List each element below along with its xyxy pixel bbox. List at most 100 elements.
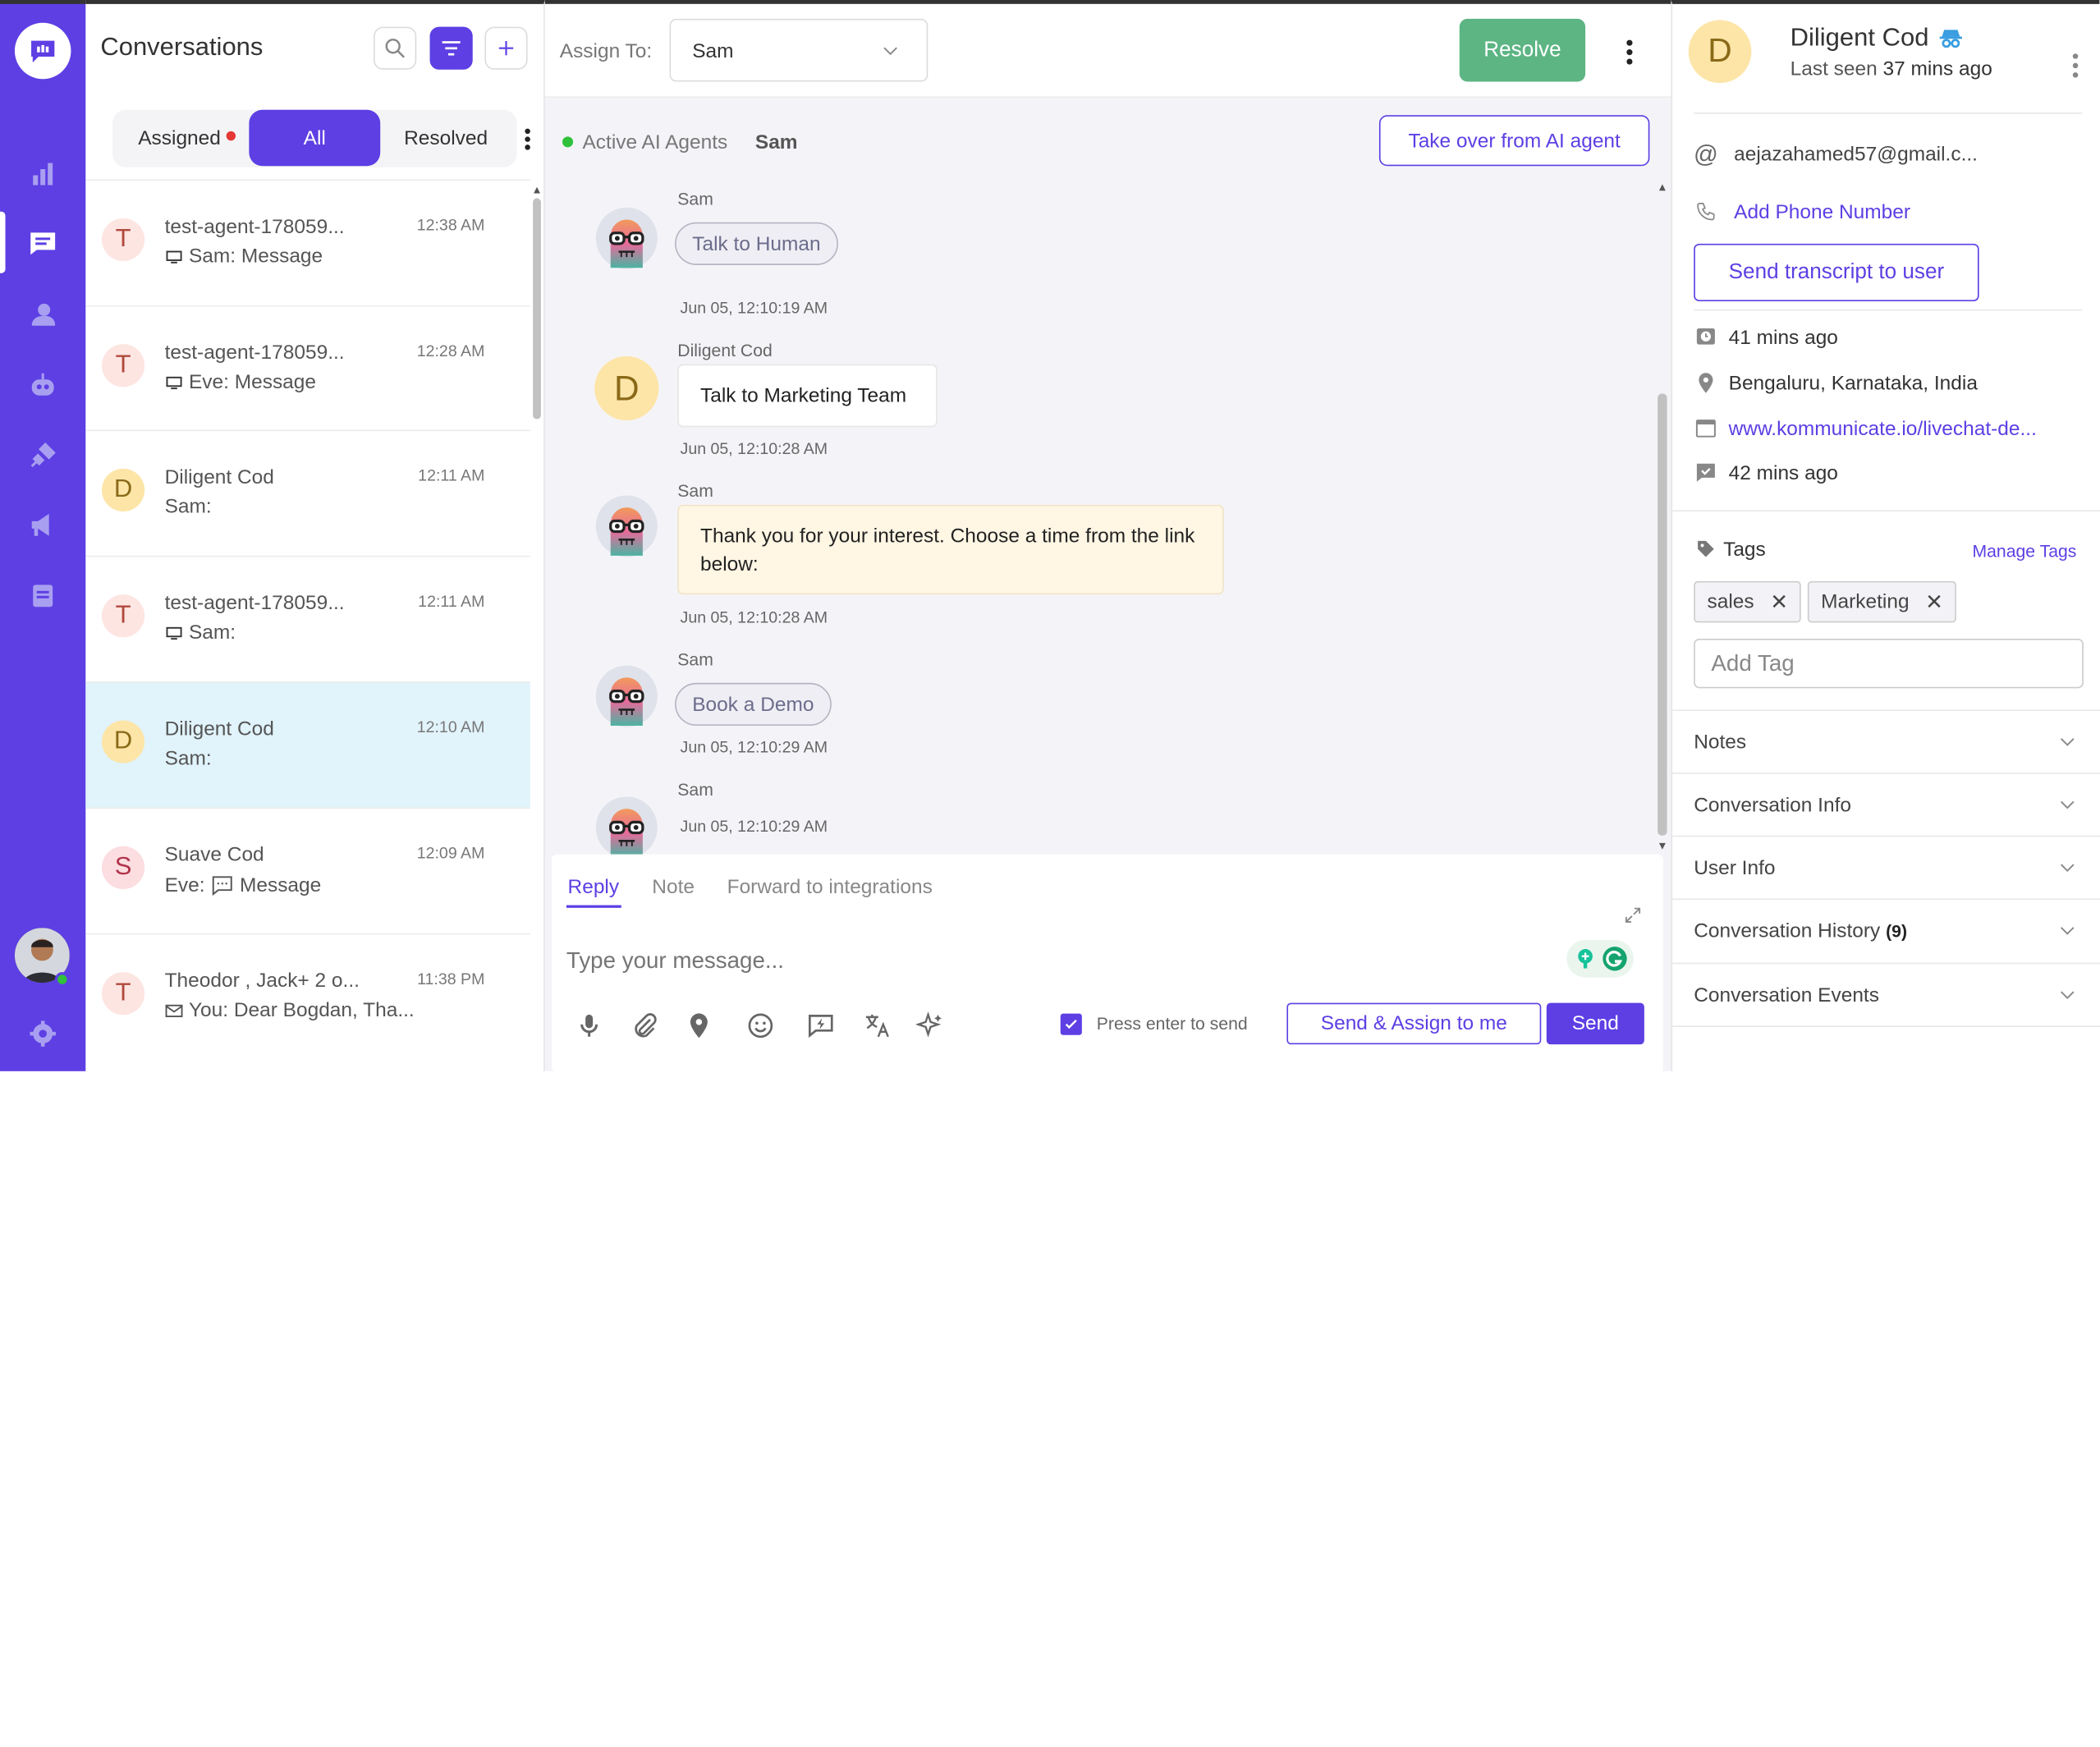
user-initial: D — [613, 367, 640, 408]
email-row: @ aejazahamed57@gmail.c... — [1694, 140, 1978, 167]
conversation-item[interactable]: Ttest-agent-178059... Eve: Message 12:28 A… — [85, 305, 530, 431]
last-message-value: 42 mins ago — [1728, 461, 1838, 484]
conversation-avatar: D — [101, 720, 145, 763]
divider — [1694, 309, 2083, 311]
chat-panel: Assign To: Sam Resolve Active AI Agents … — [544, 0, 1671, 1073]
add-tag-placeholder: Add Tag — [1711, 649, 1795, 676]
chat-more-icon[interactable] — [1625, 39, 1634, 72]
message-bubble: Talk to Marketing Team — [677, 364, 938, 428]
location-row: Bengaluru, Karnataka, India — [1694, 371, 1978, 395]
tab-assigned[interactable]: Assigned — [112, 110, 246, 167]
chat-scrollbar[interactable] — [1658, 182, 1667, 855]
conversations-icon[interactable] — [24, 225, 62, 263]
tab-all[interactable]: All — [249, 109, 381, 167]
section-title: Conversation Events — [1694, 984, 1879, 1007]
chevron-down-icon — [883, 47, 897, 56]
translate-icon[interactable] — [860, 1008, 894, 1043]
browser-icon — [1694, 416, 1717, 440]
user-avatar-chat: D — [594, 355, 659, 421]
last-message-row: 42 mins ago — [1694, 461, 1838, 484]
tab-resolved[interactable]: Resolved — [384, 110, 507, 167]
conversation-subtitle: Sam: — [165, 621, 236, 644]
chat-logo-icon[interactable] — [14, 22, 71, 80]
section-conversation-history[interactable]: Conversation History (9) — [1672, 898, 2100, 961]
send-transcript-button[interactable]: Send transcript to user — [1694, 243, 1979, 301]
ai-sparkle-icon[interactable] — [913, 1008, 947, 1043]
reports-icon[interactable] — [24, 155, 62, 193]
section-label: Conversation Info — [1694, 794, 1851, 817]
grammarly-icon[interactable] — [1566, 939, 1634, 978]
avatar-initial: D — [113, 475, 133, 504]
profile-avatar: D — [1688, 20, 1752, 84]
tab-resolved-label: Resolved — [404, 126, 488, 149]
email-value: aejazahamed57@gmail.c... — [1734, 142, 1978, 166]
conversation-item[interactable]: Ttest-agent-178059... Sam: 12:11 AM — [85, 555, 530, 681]
avatar-initial: T — [115, 225, 131, 254]
conversation-time: 12:11 AM — [418, 465, 485, 485]
conversation-item[interactable]: D Diligent Cod Sam: 12:11 AM — [85, 429, 530, 556]
emoji-icon[interactable] — [743, 1008, 777, 1043]
location-icon[interactable] — [681, 1008, 716, 1043]
quick-reply-icon[interactable] — [804, 1008, 838, 1043]
conversation-item[interactable]: Ttest-agent-178059... Sam: Message 12:38 A… — [85, 179, 530, 305]
list-scrollbar[interactable] — [533, 185, 541, 1075]
enter-to-send-checkbox[interactable] — [1060, 1013, 1082, 1035]
add-phone-link[interactable]: Add Phone Number — [1734, 200, 1910, 223]
conversation-subtitle: Sam: Message — [165, 245, 323, 268]
section-user-info[interactable]: User Info — [1672, 835, 2100, 899]
contacts-icon[interactable] — [24, 296, 62, 333]
knowledge-icon[interactable] — [24, 577, 62, 615]
integrations-icon[interactable] — [24, 437, 62, 475]
assignee-select[interactable]: Sam — [669, 18, 928, 82]
section-label: Notes — [1694, 731, 1746, 754]
more-options-icon[interactable] — [524, 127, 534, 151]
profile-more-icon[interactable] — [2071, 53, 2079, 86]
new-conversation-button[interactable] — [484, 26, 528, 70]
conversation-item[interactable]: T Theodor , Jack+ 2 o... You: Dear Bogdan,… — [85, 933, 530, 1059]
campaigns-icon[interactable] — [24, 507, 62, 544]
conversation-name: test-agent-178059... — [164, 341, 345, 365]
section-conversation-events[interactable]: Conversation Events — [1672, 962, 2100, 1026]
message-input[interactable] — [566, 943, 1557, 979]
profile-name-text: Diligent Cod — [1790, 24, 1929, 53]
nav-rail — [0, 0, 86, 1071]
resolve-button[interactable]: Resolve — [1459, 18, 1586, 82]
section-title: Notes — [1694, 731, 1747, 754]
send-button[interactable]: Send — [1546, 1002, 1644, 1045]
filter-button[interactable] — [429, 26, 473, 70]
phone-row[interactable]: Add Phone Number — [1694, 199, 1910, 223]
location-value: Bengaluru, Karnataka, India — [1728, 371, 1978, 395]
gear-icon[interactable] — [24, 1015, 62, 1052]
manage-tags-link[interactable]: Manage Tags — [1972, 541, 2076, 561]
url-link[interactable]: www.kommunicate.io/livechat-de... — [1729, 417, 2037, 440]
ai-agent-name: Sam — [754, 131, 798, 154]
conversation-item[interactable]: D Diligent Cod Sam: 12:10 AM — [85, 681, 530, 808]
chevron-down-icon — [2060, 927, 2075, 935]
avatar-initial: T — [115, 979, 131, 1007]
expand-icon[interactable] — [1623, 906, 1643, 933]
section-notes[interactable]: Notes — [1672, 709, 2100, 773]
assign-to-label: Assign To: — [559, 39, 653, 63]
send-and-assign-button[interactable]: Send & Assign to me — [1286, 1002, 1542, 1045]
conversation-item[interactable]: S Suave Cod Eve: Message 12:09 AM — [85, 807, 530, 933]
tab-note[interactable]: Note — [652, 876, 695, 899]
attachment-icon[interactable] — [626, 1008, 661, 1043]
bot-icon[interactable] — [24, 367, 62, 405]
conversation-preview: Sam: Message — [188, 245, 323, 268]
tab-forward-integrations[interactable]: Forward to integrations — [727, 876, 933, 899]
quick-reply-button[interactable]: Book a Demo — [675, 682, 832, 727]
section-label: Conversation Events — [1694, 984, 1879, 1007]
takeover-button[interactable]: Take over from AI agent — [1378, 115, 1650, 167]
add-tag-input[interactable]: Add Tag — [1694, 638, 2084, 689]
microphone-icon[interactable] — [571, 1008, 606, 1043]
quick-reply-button[interactable]: Talk to Human — [675, 222, 838, 265]
avatar-initial: T — [115, 601, 131, 630]
close-icon[interactable]: ✕ — [1770, 589, 1788, 616]
search-button[interactable] — [374, 26, 417, 70]
close-icon[interactable]: ✕ — [1925, 589, 1943, 616]
section-conversation-info[interactable]: Conversation Info — [1672, 773, 2100, 836]
tab-reply[interactable]: Reply — [568, 876, 620, 899]
web-channel-icon — [166, 376, 182, 389]
email-channel-icon — [165, 1003, 183, 1017]
conversation-name: Diligent Cod — [164, 718, 274, 741]
